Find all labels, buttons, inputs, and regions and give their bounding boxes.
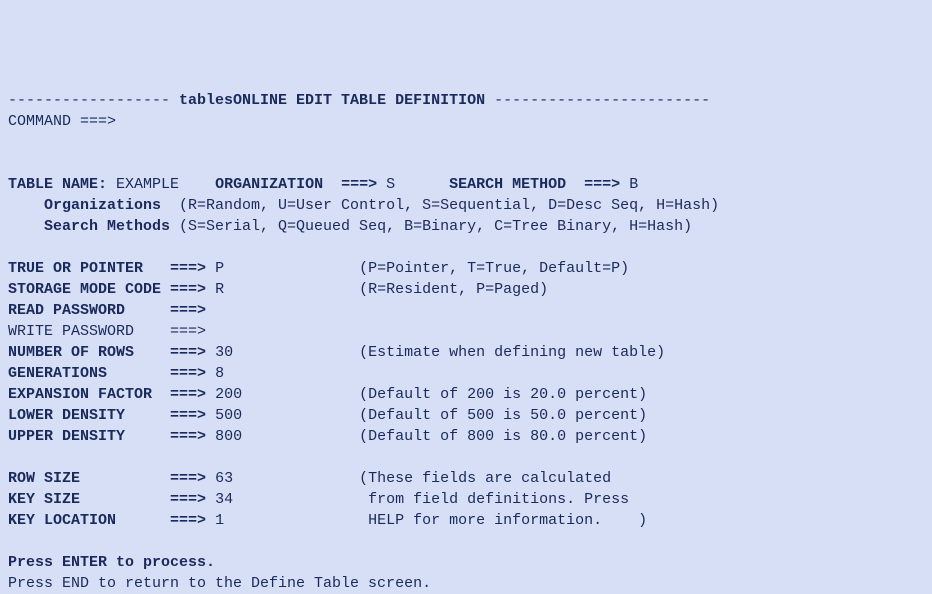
header-dash-left: ------------------ xyxy=(8,92,179,109)
storage-mode-hint: (R=Resident, P=Paged) xyxy=(359,281,548,298)
expansion-factor-label: EXPANSION FACTOR ===> xyxy=(8,386,206,403)
lower-density-input[interactable]: 500 xyxy=(215,405,323,426)
number-of-rows-label: NUMBER OF ROWS ===> xyxy=(8,344,206,361)
storage-mode-input[interactable]: R xyxy=(215,279,323,300)
search-method-label: SEARCH METHOD ===> xyxy=(449,176,620,193)
number-of-rows-input[interactable]: 30 xyxy=(215,342,323,363)
key-size-label: KEY SIZE ===> xyxy=(8,491,206,508)
number-of-rows-hint: (Estimate when defining new table) xyxy=(359,344,665,361)
generations-input[interactable]: 8 xyxy=(215,363,323,384)
key-location-hint: HELP for more information. ) xyxy=(359,512,647,529)
true-or-pointer-label: TRUE OR POINTER ===> xyxy=(8,260,206,277)
expansion-factor-input[interactable]: 200 xyxy=(215,384,323,405)
organizations-heading: Organizations xyxy=(8,197,161,214)
command-label: COMMAND ===> xyxy=(8,113,116,130)
upper-density-label: UPPER DENSITY ===> xyxy=(8,428,206,445)
footer-line1: Press ENTER to process. xyxy=(8,554,215,571)
search-method-input[interactable]: B xyxy=(629,174,638,195)
row-size-label: ROW SIZE ===> xyxy=(8,470,206,487)
organizations-hint: (R=Random, U=User Control, S=Sequential,… xyxy=(161,197,719,214)
row-size-hint: (These fields are calculated xyxy=(359,470,611,487)
search-methods-hint: (S=Serial, Q=Queued Seq, B=Binary, C=Tre… xyxy=(170,218,692,235)
key-location-input[interactable]: 1 xyxy=(215,510,323,531)
lower-density-label: LOWER DENSITY ===> xyxy=(8,407,206,424)
table-name-input[interactable]: EXAMPLE xyxy=(116,174,179,195)
search-methods-heading: Search Methods xyxy=(8,218,170,235)
header-dash-right: ------------------------ xyxy=(485,92,710,109)
key-location-label: KEY LOCATION ===> xyxy=(8,512,206,529)
key-size-input[interactable]: 34 xyxy=(215,489,323,510)
organization-label: ORGANIZATION ===> xyxy=(215,176,377,193)
upper-density-input[interactable]: 800 xyxy=(215,426,323,447)
write-password-label: WRITE PASSWORD ===> xyxy=(8,323,206,340)
storage-mode-label: STORAGE MODE CODE ===> xyxy=(8,281,206,298)
page-title: tablesONLINE EDIT TABLE DEFINITION xyxy=(179,92,485,109)
table-name-label: TABLE NAME: xyxy=(8,176,107,193)
generations-label: GENERATIONS ===> xyxy=(8,365,206,382)
footer-line2: Press END to return to the Define Table … xyxy=(8,575,431,592)
expansion-factor-hint: (Default of 200 is 20.0 percent) xyxy=(359,386,647,403)
read-password-label: READ PASSWORD ===> xyxy=(8,302,206,319)
key-size-hint: from field definitions. Press xyxy=(359,491,629,508)
true-or-pointer-hint: (P=Pointer, T=True, Default=P) xyxy=(359,260,629,277)
row-size-input[interactable]: 63 xyxy=(215,468,323,489)
lower-density-hint: (Default of 500 is 50.0 percent) xyxy=(359,407,647,424)
true-or-pointer-input[interactable]: P xyxy=(215,258,323,279)
organization-input[interactable]: S xyxy=(386,174,395,195)
upper-density-hint: (Default of 800 is 80.0 percent) xyxy=(359,428,647,445)
